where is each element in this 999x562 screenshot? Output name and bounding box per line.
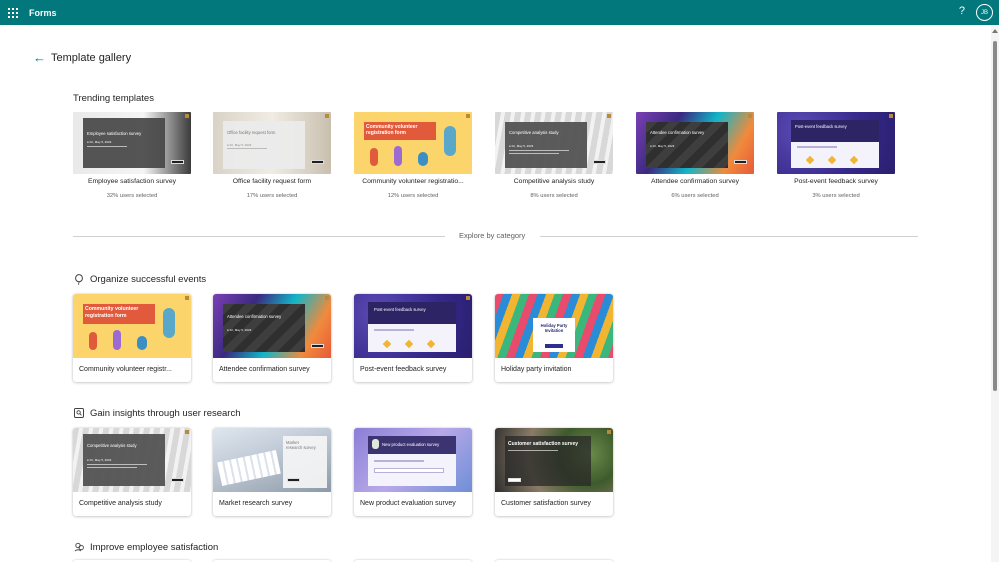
explore-by-category-label: Explore by category (459, 231, 526, 240)
template-name: Employee satisfaction survey (87, 178, 177, 185)
app-launcher-button[interactable] (0, 0, 25, 25)
usage-stat: 8% users selected (530, 193, 578, 199)
trending-card-post-event-feedback[interactable]: Post-event feedback survey Post-event fe… (777, 112, 895, 199)
trending-section-title: Trending templates (73, 93, 154, 104)
template-name: Post-event feedback survey (360, 366, 447, 373)
category-title-text: Improve employee satisfaction (90, 541, 219, 553)
template-thumbnail: Community volunteer registration form (73, 294, 191, 358)
category-card-attendee-confirmation[interactable]: Attendee confirmation survey ● Fri, May … (213, 294, 331, 382)
trending-card-community-volunteer[interactable]: Community volunteer registration form Co… (354, 112, 472, 199)
usage-stat: 12% users selected (387, 193, 439, 199)
usage-stat: 3% users selected (812, 193, 860, 199)
category-card-holiday-party[interactable]: Holiday Party Invitation Holiday party i… (495, 294, 613, 382)
divider-left (73, 236, 445, 237)
template-name: Post-event feedback survey (794, 178, 878, 185)
template-name: New product evaluation survey (360, 500, 456, 507)
trending-card-employee-satisfaction[interactable]: Employee satisfaction survey ● Fri, May … (73, 112, 191, 199)
template-thumbnail: Post-event feedback survey (354, 294, 472, 358)
category-card-customer-satisfaction[interactable]: Customer satisfaction survey Customer sa… (495, 428, 613, 516)
template-thumbnail: Community volunteer registration form (354, 112, 472, 174)
template-name: Office facility request form (232, 178, 312, 185)
template-thumbnail: New product evaluation survey (354, 428, 472, 492)
template-name: Competitive analysis study (79, 500, 162, 507)
back-arrow-icon[interactable]: ← (33, 50, 47, 65)
divider-right (540, 236, 918, 237)
page-header: ← Template gallery (33, 50, 131, 65)
template-name: Competitive analysis study (513, 178, 595, 185)
research-icon (73, 407, 85, 419)
usage-stat: 32% users selected (106, 193, 158, 199)
template-thumbnail: Attendee confirmation survey ● Fri, May … (636, 112, 754, 174)
template-thumbnail: Attendee confirmation survey ● Fri, May … (213, 294, 331, 358)
trending-card-office-facility[interactable]: Office facility request form ● Fri, May … (213, 112, 331, 199)
category-title-events: Organize successful events (73, 273, 206, 285)
category-title-text: Organize successful events (90, 273, 207, 285)
usage-stat: 17% users selected (246, 193, 298, 199)
template-name: Attendee confirmation survey (650, 178, 740, 185)
template-thumbnail: Employee satisfaction survey ● Fri, May … (73, 112, 191, 174)
template-name: Attendee confirmation survey (219, 366, 310, 373)
page-title: Template gallery (51, 51, 132, 64)
template-thumbnail: Post-event feedback survey (777, 112, 895, 174)
category-card-competitive-analysis[interactable]: Competitive analysis study ● Fri, May 5,… (73, 428, 191, 516)
people-icon (73, 541, 85, 553)
scrollbar-thumb[interactable] (993, 41, 997, 391)
main-content: ← Template gallery Trending templates Em… (0, 25, 991, 562)
template-thumbnail: Holiday Party Invitation (495, 294, 613, 358)
page-scrollbar[interactable] (991, 25, 999, 562)
category-card-market-research[interactable]: Market research survey Market research s… (213, 428, 331, 516)
template-name: Customer satisfaction survey (501, 500, 591, 507)
category-title-text: Gain insights through user research (90, 407, 241, 419)
top-bar: Forms ? JB (0, 0, 999, 25)
category-title-user-research: Gain insights through user research (73, 407, 241, 419)
category-card-new-product-evaluation[interactable]: New product evaluation survey New produc… (354, 428, 472, 516)
template-name: Market research survey (219, 500, 293, 507)
usage-stat: 6% users selected (671, 193, 719, 199)
trending-card-competitive-analysis[interactable]: Competitive analysis study ● Fri, May 5,… (495, 112, 613, 199)
category-card-post-event-feedback[interactable]: Post-event feedback survey Post-event fe… (354, 294, 472, 382)
waffle-icon (7, 7, 18, 18)
template-thumbnail: Customer satisfaction survey (495, 428, 613, 492)
help-icon[interactable]: ? (959, 5, 965, 17)
template-thumbnail: Market research survey (213, 428, 331, 492)
template-name: Holiday party invitation (501, 366, 572, 373)
category-title-employee-satisfaction: Improve employee satisfaction (73, 541, 218, 553)
template-thumbnail: Office facility request form ● Fri, May … (213, 112, 331, 174)
template-thumbnail: Competitive analysis study ● Fri, May 5,… (495, 112, 613, 174)
template-name: Community volunteer registr... (79, 366, 172, 373)
category-card-community-volunteer[interactable]: Community volunteer registration form Co… (73, 294, 191, 382)
avatar[interactable]: JB (976, 4, 993, 21)
scroll-up-arrow-icon[interactable] (992, 29, 998, 33)
balloon-icon (73, 273, 85, 285)
app-name[interactable]: Forms (29, 8, 57, 18)
template-thumbnail: Competitive analysis study ● Fri, May 5,… (73, 428, 191, 492)
trending-card-attendee-confirmation[interactable]: Attendee confirmation survey ● Fri, May … (636, 112, 754, 199)
template-name: Community volunteer registratio... (362, 178, 464, 185)
